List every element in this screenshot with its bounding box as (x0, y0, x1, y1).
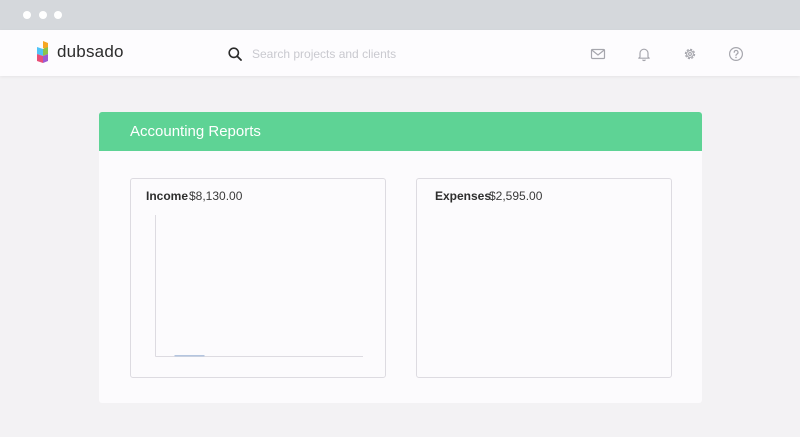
page-title: Accounting Reports (130, 123, 261, 140)
search-icon[interactable] (228, 47, 242, 61)
brand-name[interactable]: dubsado (57, 42, 124, 62)
income-panel: Income $8,130.00 (130, 178, 386, 378)
dubsado-logo-icon[interactable] (35, 41, 53, 63)
help-icon[interactable] (728, 46, 744, 62)
mail-icon[interactable] (590, 46, 606, 62)
income-chart (155, 215, 363, 357)
bell-icon[interactable] (636, 46, 652, 62)
gear-icon[interactable] (682, 46, 698, 62)
top-navigation: dubsado (0, 30, 800, 76)
window-chrome (0, 0, 800, 30)
accounting-reports-card: Accounting Reports Income $8,130.00 Expe… (99, 112, 702, 403)
browser-window: dubsado Search projects and clients Acco… (0, 0, 800, 437)
card-header: Accounting Reports (99, 112, 702, 151)
search-input[interactable] (250, 43, 554, 65)
expenses-panel: Expenses $2,595.00 (416, 178, 672, 378)
window-dot-close[interactable] (23, 11, 31, 19)
window-dot-maximize[interactable] (54, 11, 62, 19)
window-dot-minimize[interactable] (39, 11, 47, 19)
expenses-value: $2,595.00 (489, 189, 543, 203)
expenses-label: Expenses (435, 189, 492, 203)
income-bar (174, 355, 205, 357)
